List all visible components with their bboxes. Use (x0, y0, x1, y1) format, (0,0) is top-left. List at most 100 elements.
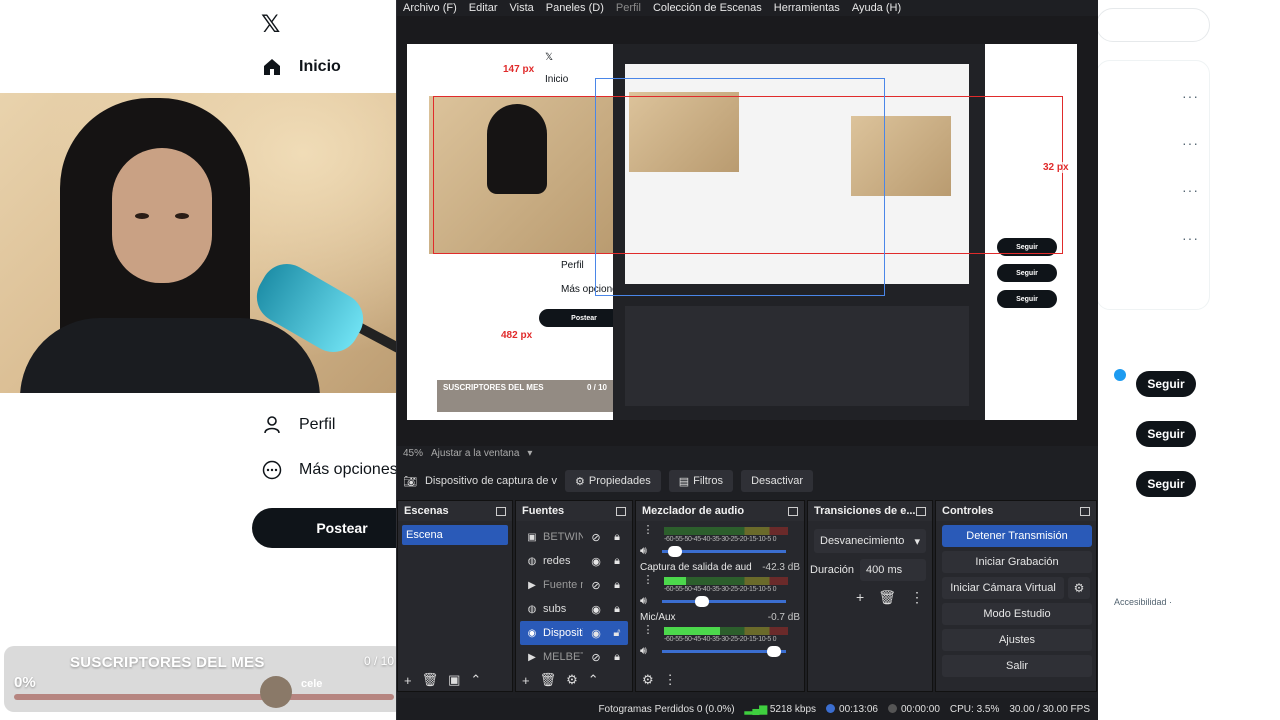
start-recording-button[interactable]: Iniciar Grabación (942, 551, 1092, 573)
undock-icon[interactable] (616, 506, 626, 516)
eye-hidden-icon[interactable]: ⊘ (588, 651, 604, 664)
sources-list: ▣ BETWINI ⊘ 🔒︎ ◍ redes ◉ 🔒︎ ▶ Fuente n ⊘ 🔒︎ ◍ subs ◉ 🔒︎… (516, 521, 632, 673)
volume-slider[interactable] (662, 646, 786, 657)
volume-slider[interactable] (662, 546, 786, 557)
add-icon[interactable]: + (522, 673, 530, 688)
add-icon[interactable]: + (856, 589, 864, 606)
mixer-channel-header: Mic/Aux -0.7 dB (640, 612, 800, 623)
menu-dots-icon[interactable]: ⋮ (640, 523, 656, 536)
menu-dots-icon[interactable]: ⋮ (640, 573, 656, 586)
lock-icon[interactable]: 🔒︎ (609, 579, 625, 592)
exit-button[interactable]: Salir (942, 655, 1092, 677)
duration-input[interactable]: 400 ms (860, 559, 926, 581)
x-nav-home[interactable]: Inicio (261, 56, 341, 78)
undock-icon[interactable] (496, 506, 506, 516)
volume-slider-knob[interactable] (766, 646, 781, 657)
ellipsis-icon[interactable]: ··· (1182, 88, 1199, 104)
lock-icon[interactable]: 🔒︎ (609, 555, 625, 568)
x-nav-profile[interactable]: Perfil (261, 414, 335, 436)
menu-view[interactable]: Vista (510, 2, 534, 14)
audio-level-meter (664, 577, 788, 585)
mixer-settings-icon[interactable]: ⚙ (642, 672, 654, 688)
undock-icon[interactable] (1080, 506, 1090, 516)
menu-edit[interactable]: Editar (469, 2, 498, 14)
obs-preview-canvas[interactable]: 𝕏 Inicio Perfil Más opciones Postear Seg… (407, 44, 1077, 420)
deactivate-button[interactable]: Desactivar (741, 470, 814, 492)
transition-duration: Duración 400 ms (808, 559, 926, 581)
x-search-box[interactable] (1096, 8, 1210, 42)
verified-icon (1114, 369, 1126, 381)
follow-button[interactable]: Seguir (1136, 471, 1196, 497)
browser-source-icon: ◍ (527, 603, 537, 615)
menu-dots-icon[interactable]: ⋮ (664, 672, 677, 688)
scenes-dock: Escenas Escena + 🗑︎ ▣ ⌃ (397, 500, 513, 692)
eye-icon[interactable]: ◉ (588, 555, 604, 568)
unlock-icon[interactable]: 🔓︎ (609, 627, 625, 640)
lock-icon[interactable]: 🔒︎ (609, 531, 625, 544)
menu-scene-collection[interactable]: Colección de Escenas (653, 2, 762, 14)
menu-tools[interactable]: Herramientas (774, 2, 840, 14)
ellipsis-icon[interactable]: ··· (1182, 230, 1199, 246)
volume-slider-knob[interactable] (695, 596, 709, 607)
speaker-icon[interactable]: 🔊︎ (640, 645, 656, 658)
menu-docks[interactable]: Paneles (D) (546, 2, 604, 14)
filters-icon[interactable]: ▣ (448, 672, 460, 688)
eye-icon[interactable]: ◉ (588, 603, 604, 616)
source-item[interactable]: ◍ redes ◉ 🔒︎ (520, 549, 628, 573)
undock-icon[interactable] (788, 506, 798, 516)
properties-button[interactable]: ⚙ Propiedades (565, 470, 661, 492)
selection-box-nested[interactable] (595, 78, 885, 296)
menu-help[interactable]: Ayuda (H) (852, 2, 901, 14)
volume-slider[interactable] (662, 596, 786, 607)
trash-icon[interactable]: 🗑︎ (540, 672, 557, 688)
follow-button[interactable]: Seguir (1136, 421, 1196, 447)
x-logo[interactable]: 𝕏 (261, 10, 280, 38)
add-icon[interactable]: + (404, 673, 412, 688)
menu-profile[interactable]: Perfil (616, 2, 641, 14)
source-item[interactable]: ◉ Dispositi ◉ 🔓︎ (520, 621, 628, 645)
ellipsis-icon[interactable]: ··· (1182, 182, 1199, 198)
follow-button[interactable]: Seguir (1136, 371, 1196, 397)
gear-icon[interactable]: ⚙ (566, 672, 578, 688)
trash-icon[interactable]: 🗑︎ (422, 672, 439, 688)
menu-dots-icon[interactable]: ⋮ (910, 589, 924, 606)
undock-icon[interactable] (916, 506, 926, 516)
menu-file[interactable]: Archivo (F) (403, 2, 457, 14)
ellipsis-icon[interactable]: ··· (1182, 135, 1199, 151)
x-nav-more[interactable]: Más opciones (261, 459, 398, 481)
x-nav-home-label: Inicio (299, 58, 341, 75)
settings-button[interactable]: Ajustes (942, 629, 1092, 651)
lock-icon[interactable]: 🔒︎ (609, 603, 625, 616)
obs-preview-area[interactable]: 𝕏 Inicio Perfil Más opciones Postear Seg… (397, 16, 1098, 446)
mixer-channels: ⋮ -60-55-50-45-40-35-30-25-20-15-10-5 0 🔊︎… (636, 521, 804, 660)
source-item[interactable]: ▣ BETWINI ⊘ 🔒︎ (520, 525, 628, 549)
stop-stream-button[interactable]: Detener Transmisión (942, 525, 1092, 547)
eye-hidden-icon[interactable]: ⊘ (588, 531, 604, 544)
move-up-icon[interactable]: ⌃ (588, 672, 599, 688)
webcam-person-face (112, 148, 212, 283)
lock-icon[interactable]: 🔒︎ (609, 651, 625, 664)
zoom-fit-select[interactable]: Ajustar a la ventana (431, 448, 519, 459)
transition-select[interactable]: Desvanecimiento ▾ (814, 529, 926, 553)
speaker-icon[interactable]: 🔊︎ (640, 595, 656, 608)
source-item[interactable]: ▶ Fuente n ⊘ 🔒︎ (520, 573, 628, 597)
webcam-feed (0, 93, 432, 393)
gear-icon[interactable]: ⚙ (1068, 577, 1090, 599)
transitions-title: Transiciones de e... (814, 505, 916, 517)
filters-button[interactable]: ▤ Filtros (668, 470, 734, 492)
source-item[interactable]: ▶ MELBET ⊘ 🔒︎ (520, 645, 628, 669)
move-up-icon[interactable]: ⌃ (470, 672, 481, 688)
speaker-icon[interactable]: 🔊︎ (640, 545, 656, 558)
trash-icon[interactable]: 🗑︎ (878, 589, 896, 606)
chevron-down-icon[interactable]: ▾ (527, 448, 532, 459)
studio-mode-button[interactable]: Modo Estudio (942, 603, 1092, 625)
eye-hidden-icon[interactable]: ⊘ (588, 579, 604, 592)
x-footer-accessibility[interactable]: Accesibilidad · (1114, 597, 1172, 607)
start-virtual-cam-button[interactable]: Iniciar Cámara Virtual (942, 577, 1064, 599)
scene-item[interactable]: Escena (402, 525, 508, 545)
source-item[interactable]: ◍ subs ◉ 🔒︎ (520, 597, 628, 621)
menu-dots-icon[interactable]: ⋮ (640, 623, 656, 636)
obs-window: Archivo (F) Editar Vista Paneles (D) Per… (396, 0, 1098, 720)
eye-icon[interactable]: ◉ (588, 627, 604, 640)
volume-slider-knob[interactable] (667, 546, 682, 557)
